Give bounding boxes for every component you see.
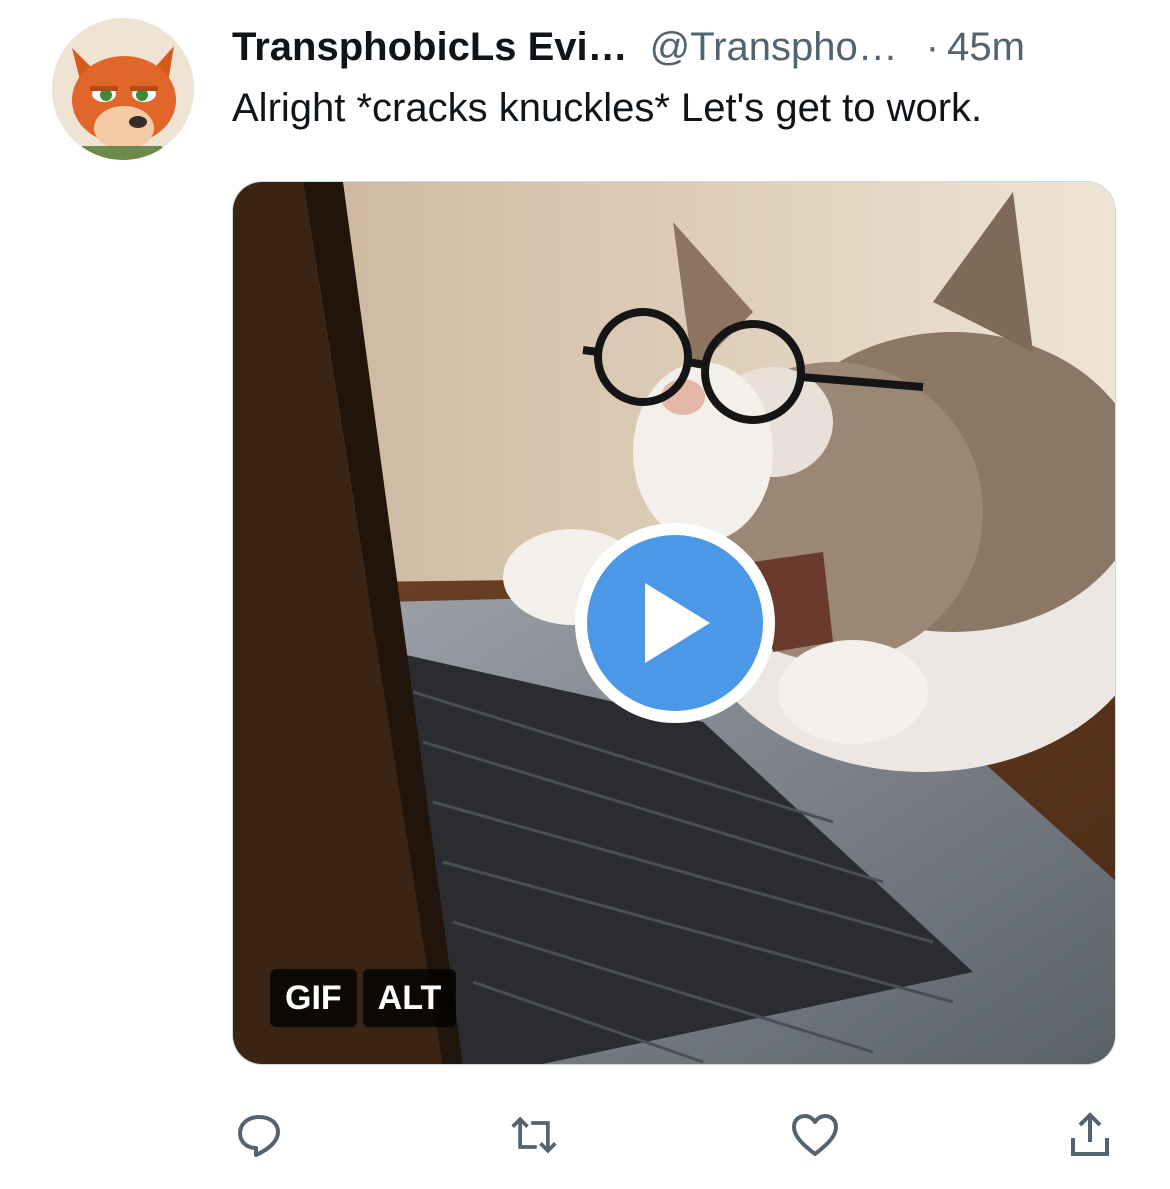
gif-badge: GIF: [270, 969, 357, 1027]
retweet-icon: [511, 1116, 557, 1154]
alt-badge[interactable]: ALT: [362, 969, 457, 1027]
tweet-actions: [0, 1110, 1170, 1160]
share-button[interactable]: [1065, 1110, 1115, 1160]
tweet-header: TransphobicLs Evi… @Transpho… · 45m: [232, 20, 1132, 74]
display-name[interactable]: TransphobicLs Evi…: [232, 25, 628, 70]
separator-dot: ·: [925, 24, 940, 69]
share-icon: [1071, 1112, 1109, 1156]
gif-media[interactable]: GIF ALT: [232, 181, 1116, 1065]
play-icon: [645, 583, 710, 663]
play-button[interactable]: [575, 523, 775, 723]
retweet-button[interactable]: [509, 1110, 559, 1160]
avatar[interactable]: [52, 18, 194, 160]
like-button[interactable]: [790, 1110, 840, 1160]
reply-icon: [238, 1115, 280, 1157]
media-badges: GIF ALT: [270, 969, 462, 1027]
play-circle: [587, 535, 763, 711]
user-handle[interactable]: @Transpho…: [650, 25, 898, 70]
like-icon: [792, 1114, 838, 1156]
fox-avatar-image: [52, 18, 194, 160]
timestamp[interactable]: 45m: [947, 25, 1025, 70]
reply-button[interactable]: [234, 1110, 284, 1160]
tweet-text: Alright *cracks knuckles* Let's get to w…: [232, 86, 983, 130]
